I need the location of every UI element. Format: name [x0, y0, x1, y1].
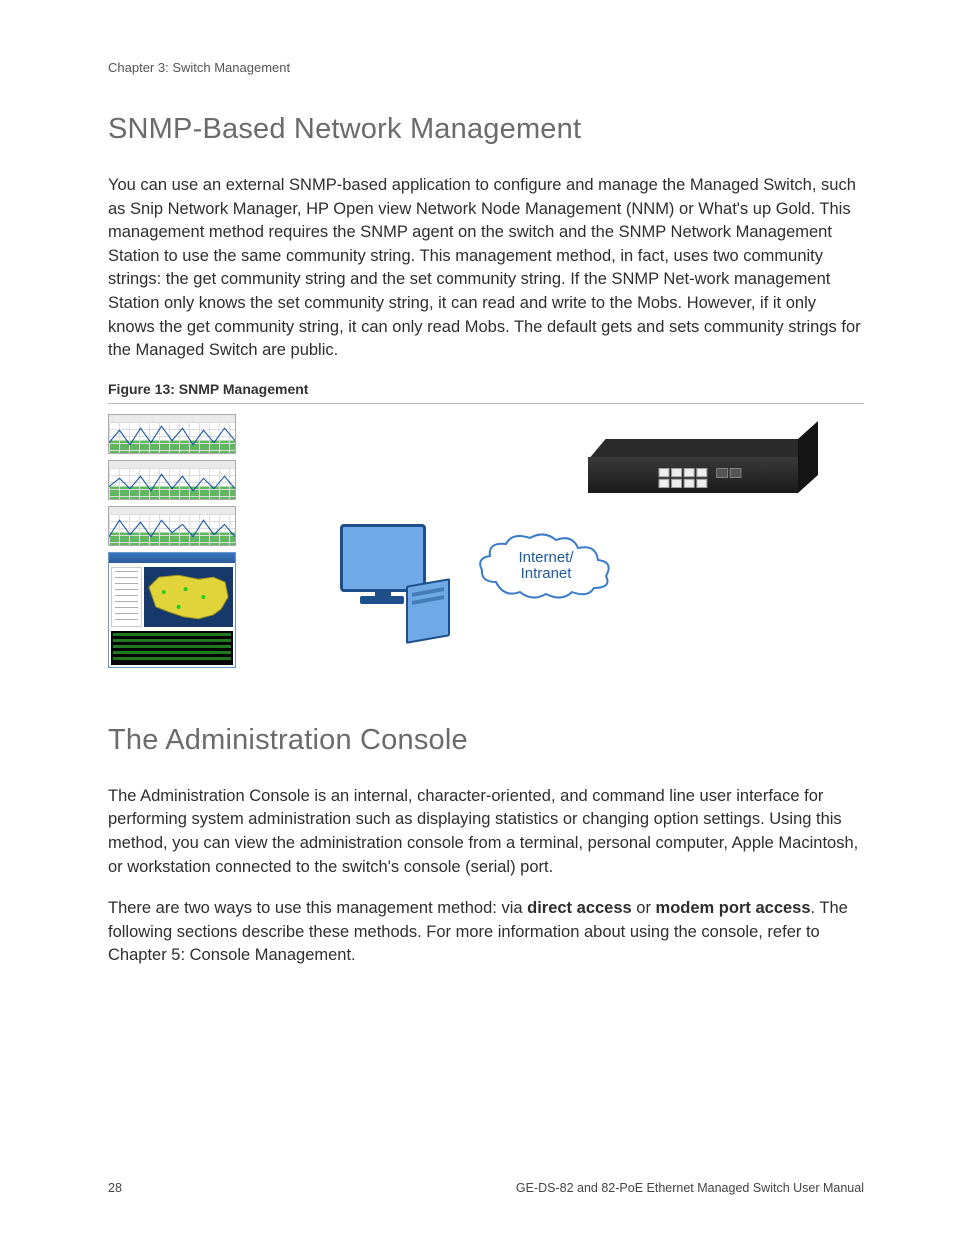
- doc-title: GE-DS-82 and 82-PoE Ethernet Managed Swi…: [516, 1181, 864, 1195]
- chapter-label: Chapter 3: Switch Management: [108, 60, 864, 75]
- cloud-icon: Internet/ Intranet: [476, 532, 616, 602]
- figure-rule: [108, 403, 864, 404]
- snmp-chart-stack: [108, 414, 238, 668]
- switch-ports: [659, 468, 742, 488]
- console-tree: [111, 567, 142, 627]
- heading-admin-console: The Administration Console: [108, 724, 864, 757]
- snmp-paragraph: You can use an external SNMP-based appli…: [108, 174, 864, 363]
- admin-console-p2: There are two ways to use this managemen…: [108, 897, 864, 968]
- snmp-chart-3: [108, 506, 236, 546]
- p2-text-pre: There are two ways to use this managemen…: [108, 899, 527, 917]
- figure-snmp-management: Internet/ Intranet: [108, 414, 828, 674]
- snmp-chart-1: [108, 414, 236, 454]
- page-number: 28: [108, 1181, 122, 1195]
- console-map: [144, 567, 233, 627]
- heading-snmp: SNMP-Based Network Management: [108, 113, 864, 146]
- snmp-chart-2: [108, 460, 236, 500]
- page-footer: 28 GE-DS-82 and 82-PoE Ethernet Managed …: [108, 1181, 864, 1195]
- cloud-label: Internet/ Intranet: [476, 550, 616, 582]
- p2-bold-direct-access: direct access: [527, 899, 632, 917]
- cloud-label-line2: Intranet: [521, 565, 572, 582]
- console-titlebar: [109, 553, 235, 563]
- snmp-console-window: [108, 552, 236, 668]
- switch-icon: [588, 439, 818, 509]
- computer-icon: [340, 524, 450, 644]
- tower-icon: [406, 578, 450, 644]
- monitor-icon: [340, 524, 426, 592]
- console-log: [111, 631, 233, 665]
- figure-caption: Figure 13: SNMP Management: [108, 381, 864, 397]
- monitor-base: [360, 596, 404, 604]
- p2-text-mid: or: [632, 899, 656, 917]
- switch-side: [798, 421, 818, 493]
- switch-top: [590, 439, 815, 457]
- p2-bold-modem-port: modem port access: [656, 899, 811, 917]
- cloud-label-line1: Internet/: [518, 549, 573, 566]
- cable-cloud-to-switch: [608, 557, 692, 561]
- admin-console-p1: The Administration Console is an interna…: [108, 785, 864, 879]
